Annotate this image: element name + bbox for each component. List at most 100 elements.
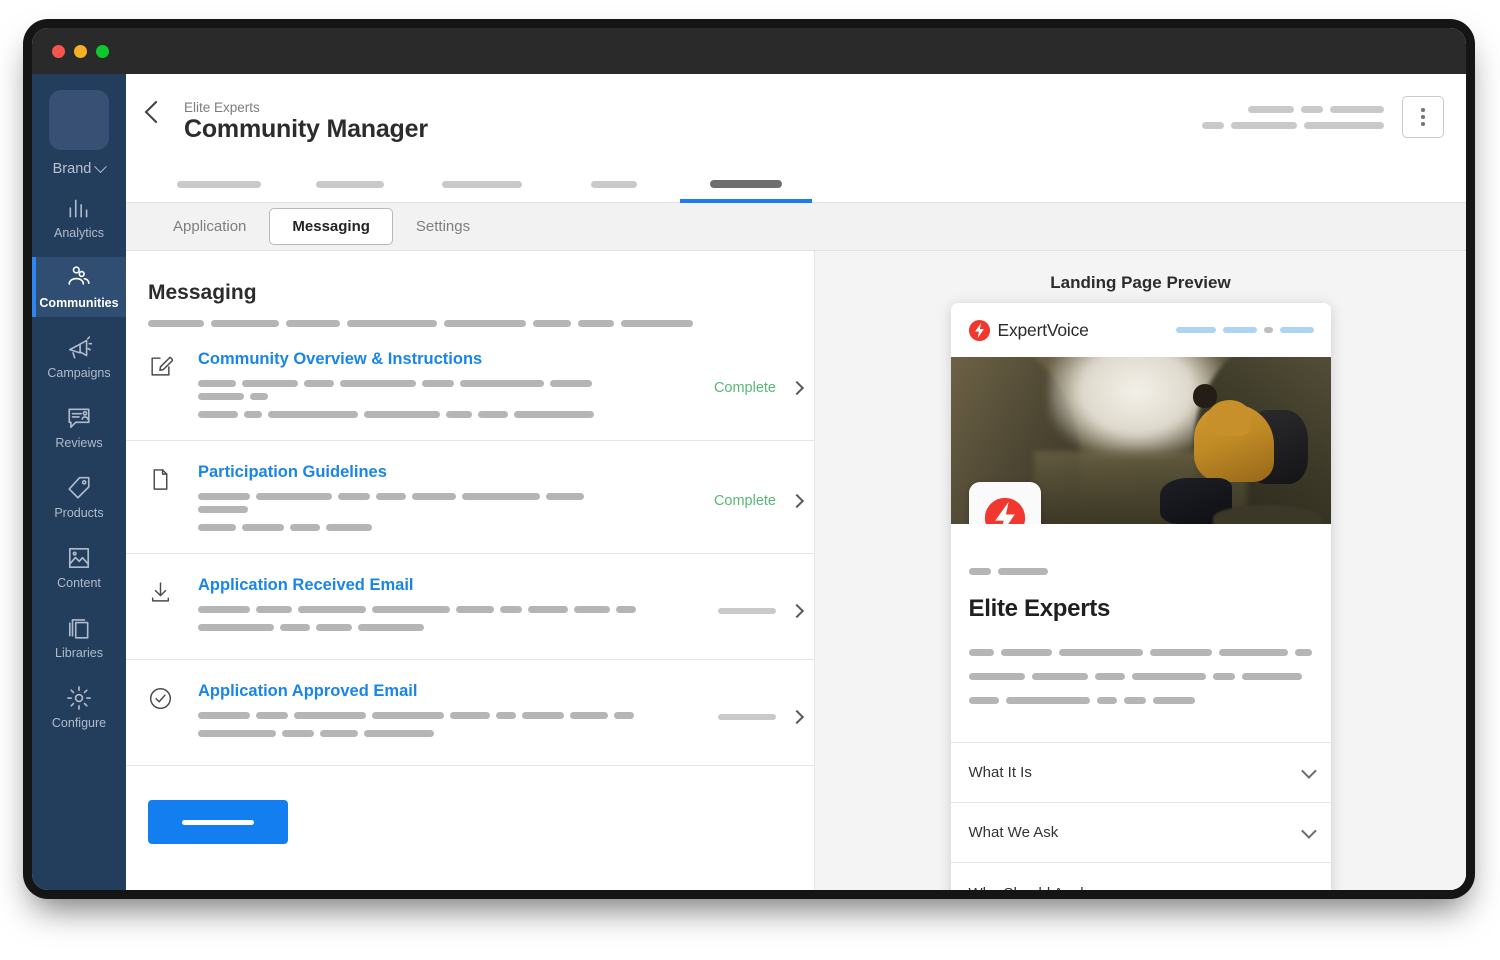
preview-nav-skeleton: [1175, 327, 1314, 333]
row-description-skeleton: [198, 730, 638, 737]
sidebar-item-reviews[interactable]: Reviews: [32, 397, 126, 457]
skeleton-bar: [718, 608, 776, 614]
brand-label: Brand: [52, 161, 92, 177]
skeleton-tab-5[interactable]: [680, 166, 812, 203]
skeleton-bar: [376, 493, 406, 500]
skeleton-tab-1[interactable]: [154, 166, 284, 202]
skeleton-bar: [286, 320, 340, 327]
status-badge: Complete: [713, 493, 776, 509]
skeleton-bar: [364, 411, 440, 418]
skeleton-bar: [1304, 121, 1384, 129]
preview-nav-item[interactable]: [1279, 327, 1314, 333]
people-icon: [68, 265, 90, 285]
skeleton-bar: [304, 380, 334, 387]
skeleton-bar: [364, 730, 434, 737]
table-row[interactable]: Application Approved Email: [126, 660, 814, 766]
row-link[interactable]: Application Approved Email: [198, 682, 682, 701]
skeleton-bar: [198, 380, 236, 387]
row-description-skeleton: [198, 624, 638, 631]
tab-settings[interactable]: Settings: [393, 208, 493, 245]
skeleton-bar: [422, 380, 454, 387]
window-close-button[interactable]: [52, 44, 65, 58]
sidebar-item-products[interactable]: Products: [32, 467, 126, 527]
sidebar-item-communities[interactable]: Communities: [32, 257, 126, 317]
messaging-subtitle-skeleton: [148, 320, 784, 327]
primary-action-button[interactable]: [148, 800, 288, 844]
tab-messaging[interactable]: Messaging: [269, 208, 393, 245]
brand-name: ExpertVoice: [997, 319, 1089, 340]
skeleton-bar: [326, 524, 372, 531]
preview-nav-item[interactable]: [1263, 327, 1273, 333]
skeleton-bar: [198, 506, 248, 513]
skeleton-bar: [997, 568, 1048, 575]
chevron-down-icon[interactable]: [1300, 763, 1317, 779]
skeleton-bar: [446, 411, 472, 418]
sidebar-item-configure[interactable]: Configure: [32, 677, 126, 737]
tab-application[interactable]: Application: [150, 208, 269, 245]
skeleton-bar: [1202, 121, 1224, 129]
row-description-skeleton: [198, 712, 638, 719]
chevron-right-icon[interactable]: [789, 603, 805, 619]
table-row[interactable]: Participation Guidelines Complete: [126, 441, 814, 554]
row-description-skeleton: [198, 411, 638, 418]
kebab-menu-icon[interactable]: [1402, 96, 1444, 138]
brand-switcher[interactable]: Brand: [32, 90, 126, 177]
sidebar-item-libraries[interactable]: Libraries: [32, 607, 126, 667]
sub-tab-bar: Application Messaging Settings: [126, 203, 1466, 251]
messaging-header: Messaging: [126, 251, 814, 327]
row-icon: [148, 350, 182, 379]
skeleton-bar: [250, 393, 268, 400]
table-row[interactable]: Community Overview & Instructions Complet…: [126, 327, 814, 441]
skeleton-bar: [211, 320, 279, 327]
download-icon: [151, 582, 170, 602]
sidebar-item-campaigns[interactable]: Campaigns: [32, 327, 126, 387]
brand-dropdown[interactable]: Brand: [52, 159, 108, 177]
megaphone-icon: [68, 335, 92, 359]
row-link[interactable]: Community Overview & Instructions: [198, 350, 682, 369]
chevron-right-icon[interactable]: [789, 493, 805, 509]
messaging-title: Messaging: [148, 281, 257, 304]
bar-chart-icon: [69, 199, 88, 217]
chevron-down-icon[interactable]: [1300, 883, 1317, 890]
row-link[interactable]: Application Received Email: [198, 576, 682, 595]
table-row[interactable]: Application Received Email: [126, 554, 814, 660]
accordion-row-what-we-ask[interactable]: What We Ask: [950, 803, 1331, 863]
tab-label: Settings: [415, 218, 471, 235]
hiker-in-canyon-photo: [950, 357, 1331, 524]
header-skeleton-row: [1248, 105, 1384, 113]
row-main: Community Overview & Instructions: [182, 350, 682, 418]
skeleton-bar: [1330, 105, 1384, 113]
skeleton-bar: [290, 524, 320, 531]
skeleton-tab-2[interactable]: [284, 166, 416, 202]
skeleton-bar: [1248, 105, 1294, 113]
skeleton-bar: [550, 380, 592, 387]
sidebar-item-content[interactable]: Content: [32, 537, 126, 597]
skeleton-bar: [256, 712, 288, 719]
chevron-down-icon[interactable]: [1300, 823, 1317, 839]
skeleton-bar: [514, 411, 594, 418]
accordion-row-who-should-apply[interactable]: Who Should Apply: [951, 863, 1331, 890]
window-zoom-button[interactable]: [96, 44, 109, 58]
skeleton-bar: [347, 320, 437, 327]
row-icon: [148, 463, 182, 492]
skeleton-bar: [282, 730, 314, 737]
page-header: Elite Experts Community Manager: [126, 74, 1466, 203]
row-link[interactable]: Participation Guidelines: [198, 463, 682, 482]
chevron-right-icon[interactable]: [789, 380, 805, 396]
sidebar-item-label: Products: [54, 505, 104, 520]
preview-tag-skeleton: [968, 568, 1313, 575]
skeleton-bar: [718, 714, 776, 720]
accordion-row-what-it-is[interactable]: What It Is: [950, 743, 1331, 803]
sidebar-item-label: Content: [57, 575, 101, 590]
skeleton-bar: [500, 606, 522, 613]
chevron-right-icon[interactable]: [789, 709, 805, 725]
chevron-left-icon[interactable]: [144, 100, 168, 124]
skeleton-tab-4[interactable]: [548, 166, 680, 202]
preview-nav-item[interactable]: [1222, 327, 1257, 333]
skeleton-tab-3[interactable]: [416, 166, 548, 202]
sidebar-item-analytics[interactable]: Analytics: [32, 187, 126, 247]
preview-nav-item[interactable]: [1175, 327, 1216, 333]
skeleton-bar: [316, 624, 352, 631]
window-minimize-button[interactable]: [74, 44, 87, 58]
skeleton-bar: [198, 606, 250, 613]
